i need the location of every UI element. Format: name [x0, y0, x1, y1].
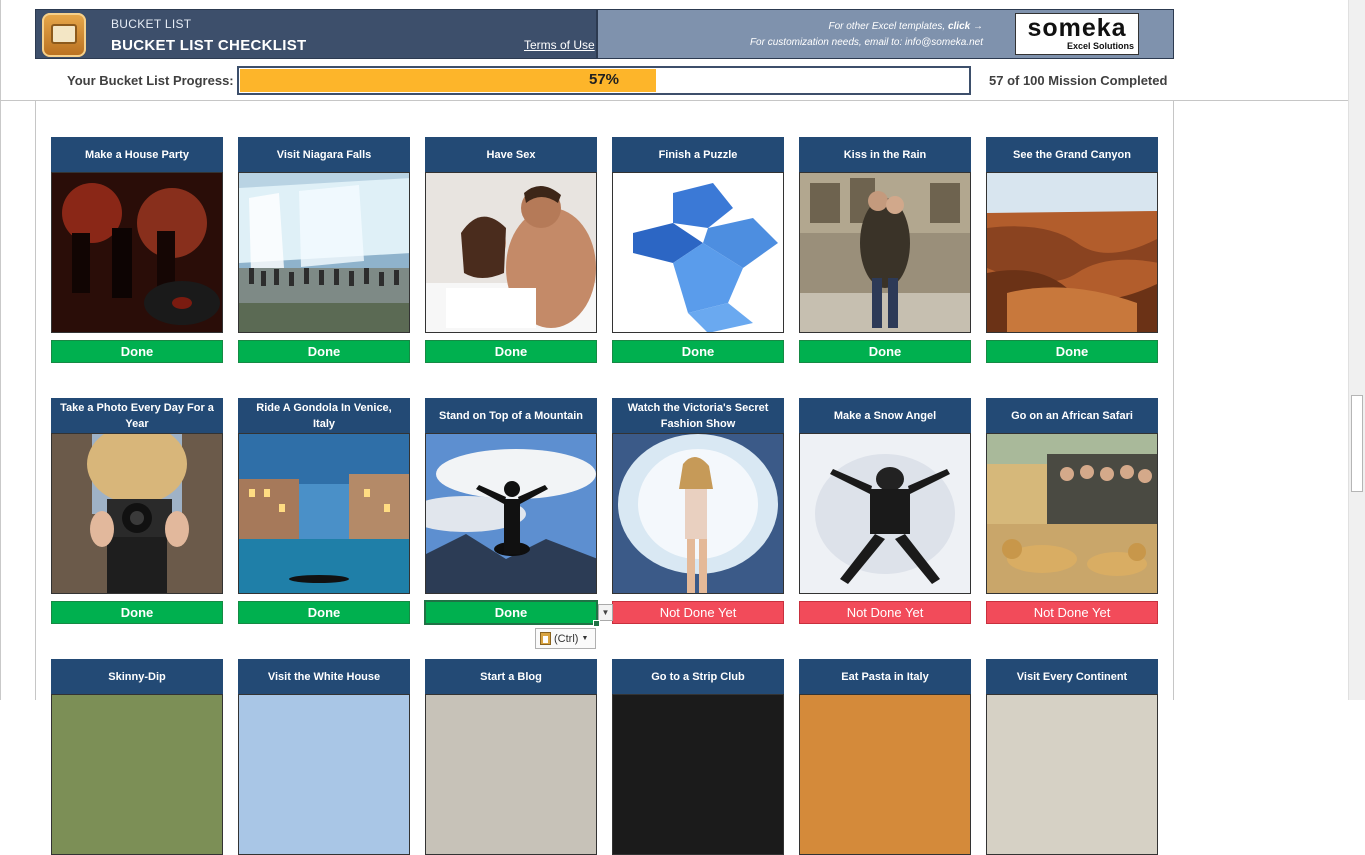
header-right-panel: For other Excel templates, click → For c…: [597, 9, 1174, 59]
chevron-down-icon: ▼: [581, 635, 589, 642]
camera-photo: [51, 433, 223, 594]
bucket-list-logo-icon: [42, 13, 86, 57]
sheet-right-border: [1173, 100, 1174, 700]
sheet-left-border: [35, 100, 36, 700]
worksheet: BUCKET LIST BUCKET LIST CHECKLIST Terms …: [0, 0, 1365, 855]
bucket-item-status[interactable]: Done: [612, 340, 784, 363]
header-subtitle: BUCKET LIST: [111, 17, 192, 31]
frozen-pane-divider: [0, 100, 1348, 101]
brand-name: someka: [1027, 14, 1127, 42]
kiss-photo: [799, 172, 971, 333]
bucket-item-title: Visit Every Continent: [986, 659, 1158, 694]
terms-of-use-link[interactable]: Terms of Use: [524, 38, 595, 52]
clipboard-icon: [540, 632, 551, 645]
progress-label: Your Bucket List Progress:: [67, 73, 234, 88]
bucket-item-title: Stand on Top of a Mountain: [425, 398, 597, 433]
scrollbar-thumb[interactable]: [1351, 395, 1363, 492]
safari-photo: [986, 433, 1158, 594]
bucket-item-title: Visit Niagara Falls: [238, 137, 410, 172]
bucket-item-title: Have Sex: [425, 137, 597, 172]
mountain-photo: [425, 433, 597, 594]
bucket-item-status[interactable]: Not Done Yet: [986, 601, 1158, 624]
whitehouse-photo: [238, 694, 410, 855]
bucket-item-title: Finish a Puzzle: [612, 137, 784, 172]
bucket-item-status[interactable]: Not Done Yet: [612, 601, 784, 624]
canyon-photo: [986, 172, 1158, 333]
paste-options-label: (Ctrl): [554, 632, 579, 645]
bucket-item-status[interactable]: Done: [51, 601, 223, 624]
brand-tagline: Excel Solutions: [1066, 41, 1134, 51]
pasta-photo: [799, 694, 971, 855]
header-title: BUCKET LIST CHECKLIST: [111, 37, 307, 54]
header-left-panel: BUCKET LIST BUCKET LIST CHECKLIST Terms …: [35, 9, 597, 59]
venice-photo: [238, 433, 410, 594]
fill-handle[interactable]: [593, 620, 600, 627]
globe-photo: [986, 694, 1158, 855]
bucket-item-status[interactable]: Done: [51, 340, 223, 363]
progress-bar: 57%: [237, 66, 971, 95]
templates-promo: For other Excel templates, click →: [828, 21, 983, 32]
bucket-item-status[interactable]: Done: [424, 600, 598, 625]
progress-count: 57 of 100 Mission Completed: [989, 73, 1168, 88]
dropdown-arrow-icon[interactable]: ▼: [598, 604, 613, 621]
bucket-item-title: Eat Pasta in Italy: [799, 659, 971, 694]
frame-edge: [0, 0, 1, 700]
waterfall-photo: [238, 172, 410, 333]
bucket-item-status[interactable]: Not Done Yet: [799, 601, 971, 624]
bucket-item-status[interactable]: Done: [238, 601, 410, 624]
vertical-scrollbar[interactable]: [1348, 0, 1365, 700]
blog-photo: [425, 694, 597, 855]
bucket-item-title: Ride A Gondola In Venice, Italy: [238, 398, 410, 433]
bucket-item-title: Visit the White House: [238, 659, 410, 694]
bucket-item-status[interactable]: Done: [425, 340, 597, 363]
puzzle-photo: [612, 172, 784, 333]
bucket-item-title: Kiss in the Rain: [799, 137, 971, 172]
lake-photo: [51, 694, 223, 855]
fashion-photo: [612, 433, 784, 594]
templates-click-link[interactable]: click →: [948, 21, 983, 32]
customization-promo: For customization needs, email to: info@…: [749, 37, 983, 48]
bucket-item-title: Make a House Party: [51, 137, 223, 172]
templates-promo-text: For other Excel templates,: [828, 21, 948, 32]
bucket-item-title: Take a Photo Every Day For a Year: [51, 398, 223, 433]
bucket-item-title: Start a Blog: [425, 659, 597, 694]
snow-photo: [799, 433, 971, 594]
header-banner: BUCKET LIST BUCKET LIST CHECKLIST Terms …: [35, 9, 1174, 59]
club-photo: [612, 694, 784, 855]
party-photo: [51, 172, 223, 333]
bucket-item-status[interactable]: Done: [986, 340, 1158, 363]
bucket-item-title: Go on an African Safari: [986, 398, 1158, 433]
bucket-item-status[interactable]: Done: [238, 340, 410, 363]
couple-photo: [425, 172, 597, 333]
bucket-item-title: Go to a Strip Club: [612, 659, 784, 694]
someka-logo[interactable]: someka Excel Solutions: [1015, 13, 1139, 55]
bucket-item-title: See the Grand Canyon: [986, 137, 1158, 172]
paste-options-button[interactable]: (Ctrl) ▼: [535, 628, 596, 649]
bucket-item-title: Skinny-Dip: [51, 659, 223, 694]
bucket-item-status[interactable]: Done: [799, 340, 971, 363]
bucket-item-title: Watch the Victoria's Secret Fashion Show: [612, 398, 784, 433]
progress-percent: 57%: [588, 71, 620, 88]
bucket-item-title: Make a Snow Angel: [799, 398, 971, 433]
